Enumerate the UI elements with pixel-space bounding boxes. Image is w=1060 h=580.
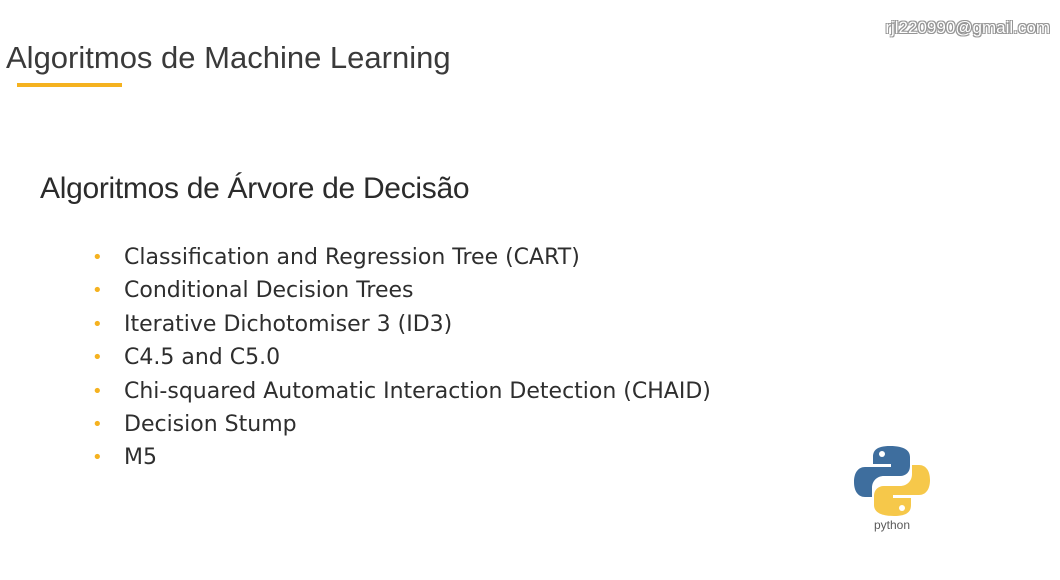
bullet-icon: •: [92, 380, 103, 402]
list-item: • Chi-squared Automatic Interaction Dete…: [92, 375, 711, 408]
list-item-label: M5: [124, 445, 157, 471]
list-item: • Iterative Dichotomiser 3 (ID3): [92, 308, 711, 341]
list-item-label: Decision Stump: [124, 411, 297, 437]
list-item: • M5: [92, 441, 711, 474]
list-item-label: Classification and Regression Tree (CART…: [124, 245, 580, 270]
python-logo: python: [852, 444, 932, 544]
list-item: • Classification and Regression Tree (CA…: [92, 241, 711, 274]
list-item-label: C4.5 and C5.0: [124, 345, 281, 371]
python-wordmark: python: [873, 518, 911, 532]
bullet-icon: •: [92, 247, 103, 268]
bullet-icon: •: [92, 413, 103, 435]
list-item-label: Chi-squared Automatic Interaction Detect…: [124, 378, 711, 404]
python-logo-icon: [854, 446, 930, 516]
list-item: • Decision Stump: [92, 408, 711, 441]
list-item-label: Iterative Dichotomiser 3 (ID3): [124, 311, 453, 337]
bullet-icon: •: [92, 447, 103, 469]
page-title: Algoritmos de Machine Learning: [6, 40, 451, 75]
bullet-icon: •: [92, 313, 103, 335]
list-item-label: Conditional Decision Trees: [124, 278, 414, 304]
bullet-icon: •: [92, 280, 103, 302]
list-item: • C4.5 and C5.0: [92, 341, 711, 374]
list-item: • Conditional Decision Trees: [92, 274, 711, 307]
section-heading: Algoritmos de Árvore de Decisão: [40, 172, 470, 205]
bullet-icon: •: [92, 347, 103, 369]
algorithm-list: • Classification and Regression Tree (CA…: [92, 241, 711, 475]
email-watermark: rjl220990@gmail.com: [885, 18, 1050, 37]
title-underline: [17, 83, 122, 87]
